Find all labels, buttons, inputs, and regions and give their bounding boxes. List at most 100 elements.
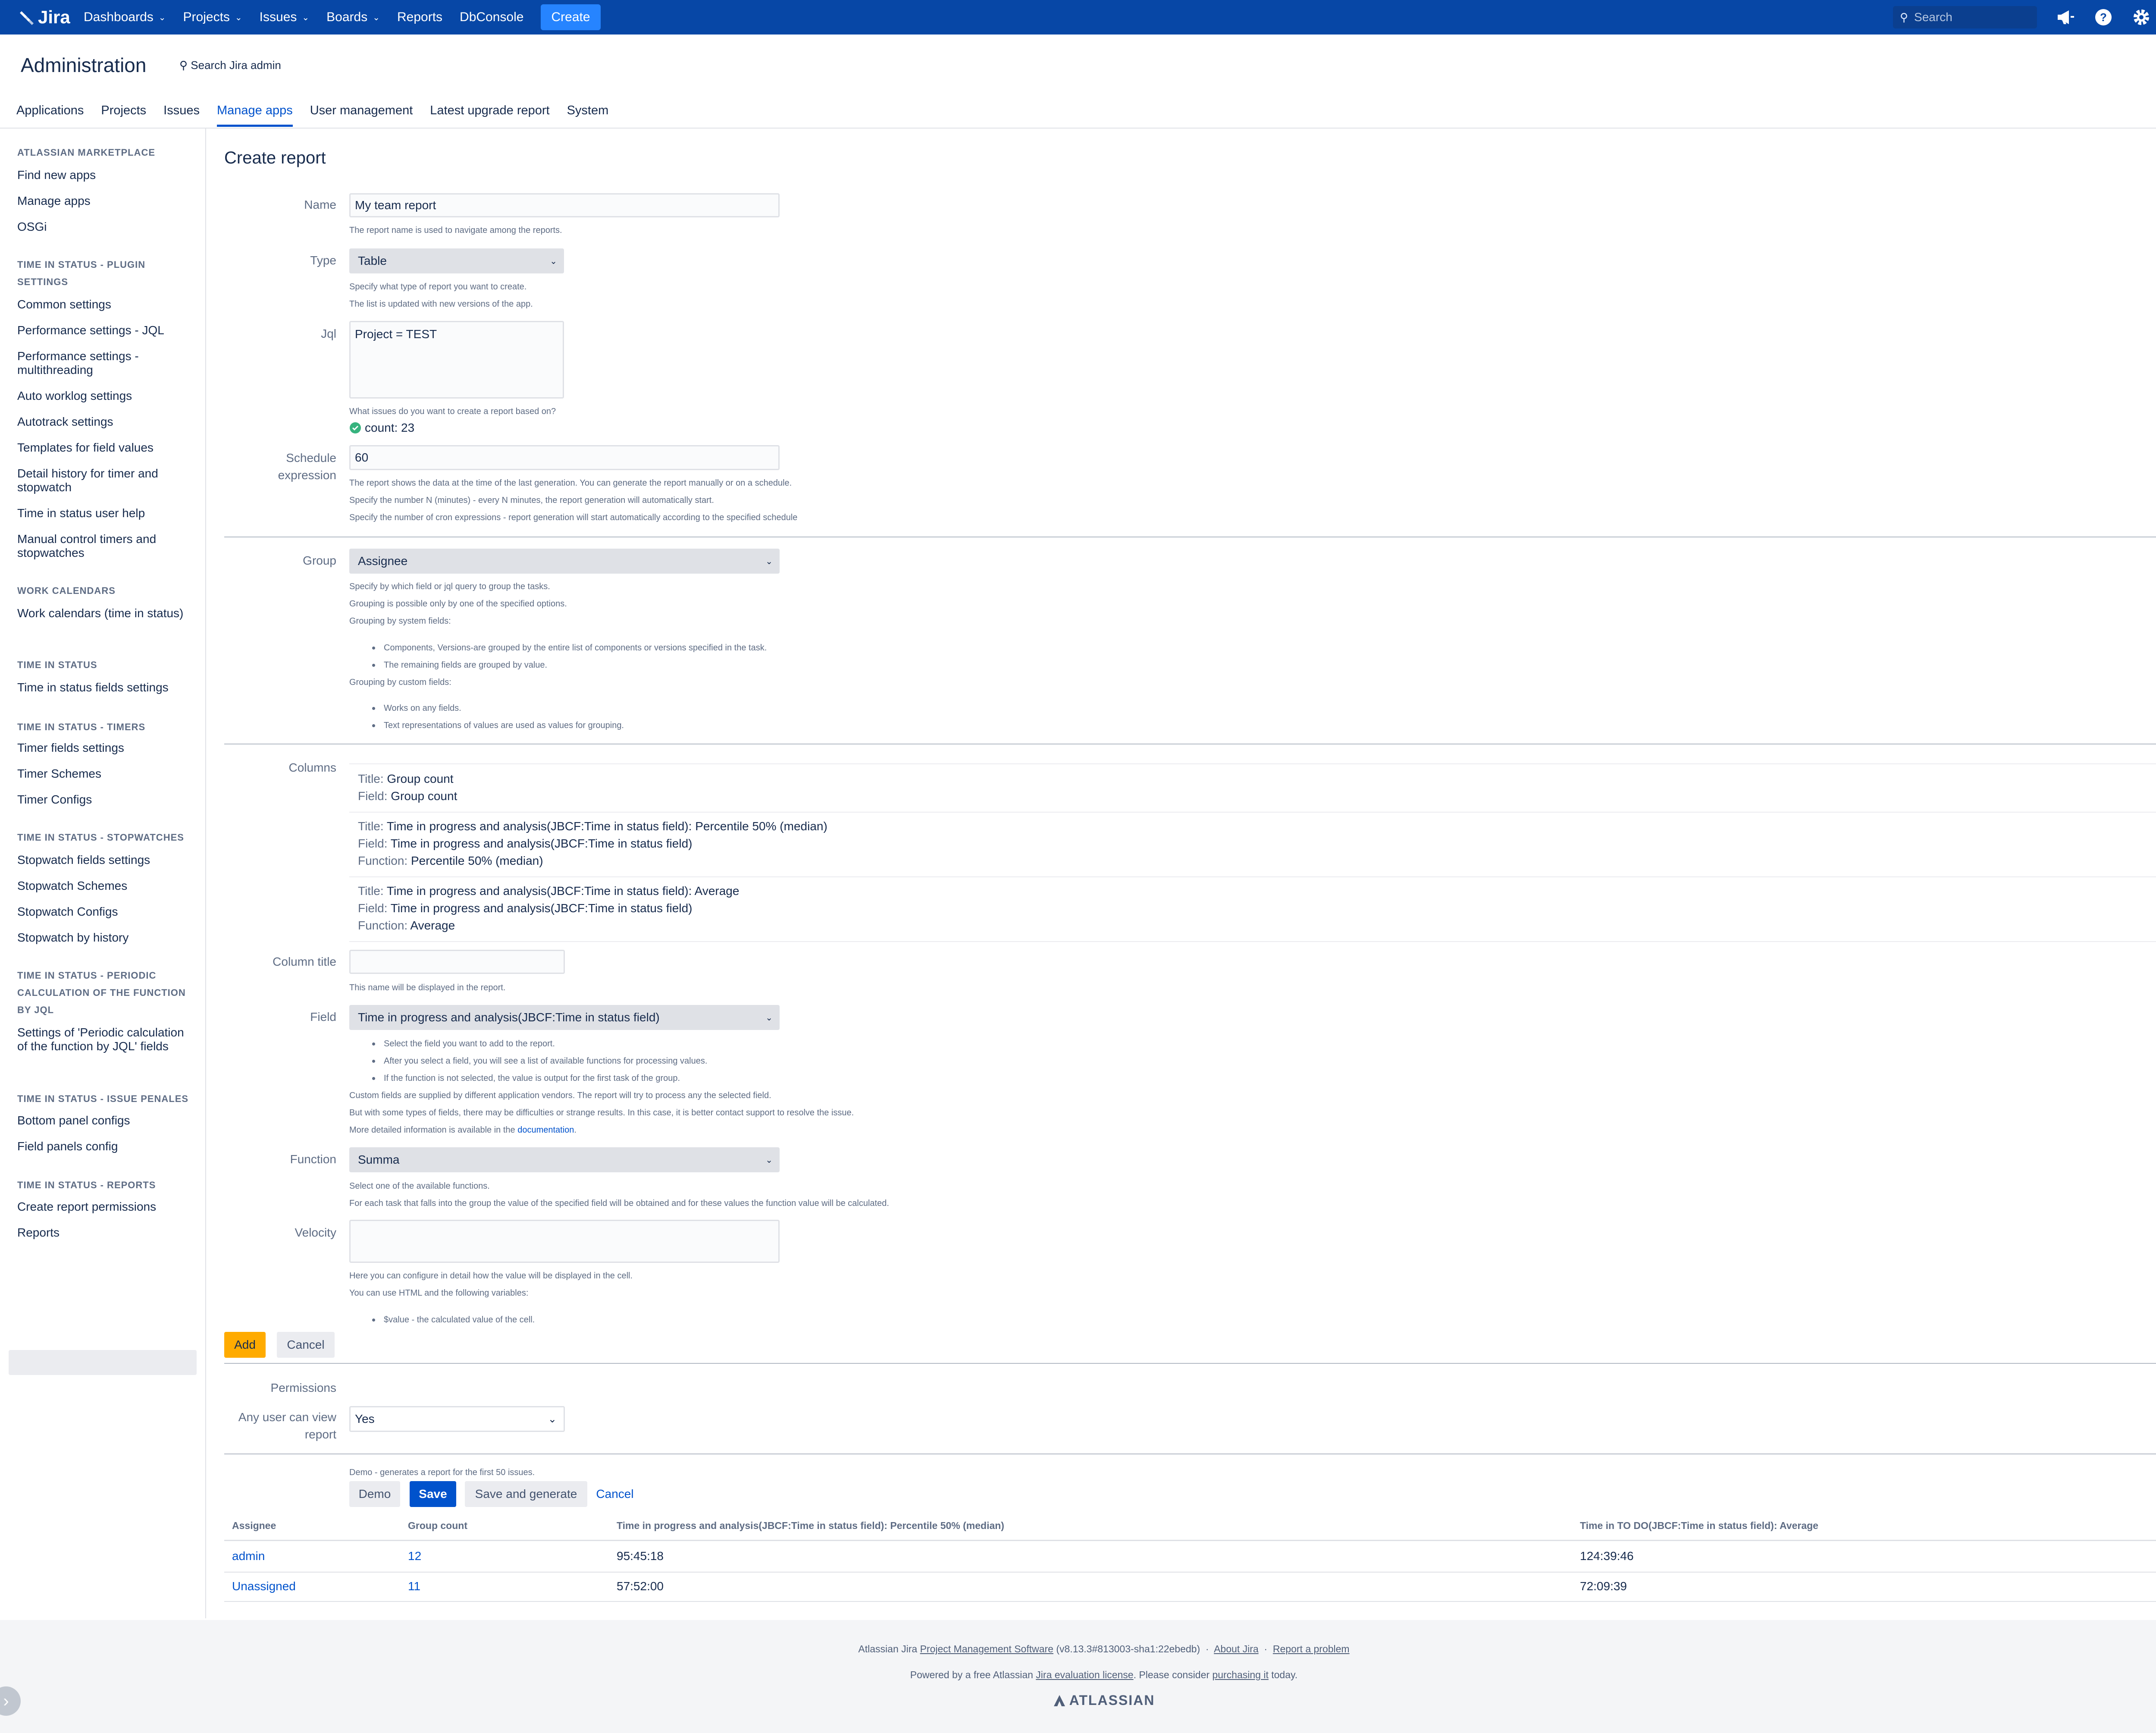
tab-projects[interactable]: Projects <box>101 104 146 127</box>
cancel-link[interactable]: Cancel <box>593 1481 636 1507</box>
column-title-help: This name will be displayed in the repor… <box>349 983 506 992</box>
field-help: But with some types of fields, there may… <box>349 1108 854 1118</box>
sidebar-item-work-calendars[interactable]: Work calendars (time in status) <box>17 606 190 620</box>
sidebar-item-timer-fields[interactable]: Timer fields settings <box>17 741 190 755</box>
assignee-link[interactable]: Unassigned <box>232 1579 296 1593</box>
atlassian-logo[interactable]: ATLASSIAN <box>0 1692 2156 1708</box>
column-2-title: Title: Time in progress and analysis(JBC… <box>358 818 827 835</box>
sidebar-item-common-settings[interactable]: Common settings <box>17 298 190 311</box>
sidebar-item-periodic-calculation[interactable]: Settings of 'Periodic calculation of the… <box>17 1026 190 1053</box>
sidebar-item-reports[interactable]: Reports <box>17 1226 190 1240</box>
column-2-function: Function: Percentile 50% (median) <box>358 852 543 870</box>
purchasing-link[interactable]: purchasing it <box>1212 1669 1268 1680</box>
sidebar-item-timer-configs[interactable]: Timer Configs <box>17 793 190 807</box>
nav-issues[interactable]: Issues ⌄ <box>260 10 309 25</box>
about-jira-link[interactable]: About Jira <box>1214 1643 1259 1655</box>
assignee-link[interactable]: admin <box>232 1549 265 1563</box>
sidebar-item-user-help[interactable]: Time in status user help <box>17 506 190 520</box>
field-help-doc: More detailed information is available i… <box>349 1121 577 1139</box>
velocity-textarea[interactable] <box>349 1220 780 1263</box>
function-help: Select one of the available functions. <box>349 1181 490 1191</box>
gear-icon[interactable] <box>2131 7 2152 28</box>
sidebar-item-auto-worklog[interactable]: Auto worklog settings <box>17 389 190 403</box>
add-column-button[interactable]: Add <box>224 1332 266 1358</box>
jql-textarea[interactable]: Project = TEST <box>349 321 564 399</box>
project-management-link[interactable]: Project Management Software <box>920 1643 1053 1655</box>
jira-logo[interactable]: Jira <box>19 7 84 28</box>
sidebar-item-find-new-apps[interactable]: Find new apps <box>17 168 190 182</box>
field-help-doc-suffix: . <box>574 1125 577 1135</box>
sidebar-item-osgi[interactable]: OSGi <box>17 220 190 234</box>
save-button[interactable]: Save <box>410 1481 456 1507</box>
footer: Atlassian Jira Project Management Softwa… <box>0 1620 2156 1733</box>
report-problem-link[interactable]: Report a problem <box>1273 1643 1350 1655</box>
sidebar-item-performance-multithreading[interactable]: Performance settings - multithreading <box>17 349 190 377</box>
nav-dashboards[interactable]: Dashboards ⌄ <box>84 10 166 25</box>
nav-reports[interactable]: Reports <box>397 10 442 25</box>
sidebar-item-stopwatch-history[interactable]: Stopwatch by history <box>17 931 190 945</box>
sidebar-item-stopwatch-configs[interactable]: Stopwatch Configs <box>17 905 190 919</box>
table-row-divider <box>224 1601 2156 1602</box>
evaluation-license-link[interactable]: Jira evaluation license <box>1036 1669 1133 1680</box>
schedule-help: The report shows the data at the time of… <box>349 478 792 488</box>
function-select[interactable]: Summa ⌄ <box>349 1147 780 1172</box>
sidebar-heading: TIME IN STATUS - STOPWATCHES <box>17 832 184 843</box>
column-separator <box>349 763 2156 764</box>
sidebar-item-performance-jql[interactable]: Performance settings - JQL <box>17 323 190 337</box>
nav-dashboards-label: Dashboards <box>84 10 154 24</box>
admin-search-link[interactable]: ⚲ Search Jira admin <box>179 59 281 72</box>
tab-issues[interactable]: Issues <box>163 104 200 127</box>
chevron-down-icon: ⌄ <box>548 1413 557 1425</box>
field-select-value: Time in progress and analysis(JBCF:Time … <box>358 1011 660 1024</box>
footer-line-2: Powered by a free Atlassian Jira evaluat… <box>0 1669 2156 1681</box>
sidebar-item-detail-history[interactable]: Detail history for timer and stopwatch <box>17 467 190 494</box>
sidebar-item-create-report-permissions[interactable]: Create report permissions <box>17 1200 190 1214</box>
group-count-link[interactable]: 11 <box>408 1579 420 1593</box>
sidebar-item-timer-schemes[interactable]: Timer Schemes <box>17 767 190 781</box>
megaphone-icon[interactable] <box>2055 7 2076 28</box>
any-user-select[interactable]: Yes ⌄ <box>349 1406 565 1432</box>
group-help-bullet: The remaining fields are grouped by valu… <box>384 656 547 674</box>
atlassian-brand-text: ATLASSIAN <box>1069 1692 1155 1708</box>
table-header-divider <box>224 1540 2156 1541</box>
nav-dbconsole[interactable]: DbConsole <box>460 10 523 25</box>
help-icon[interactable]: ? <box>2093 7 2114 28</box>
sidebar-item-templates[interactable]: Templates for field values <box>17 441 190 455</box>
column-field-value: Time in progress and analysis(JBCF:Time … <box>390 837 693 850</box>
field-select[interactable]: Time in progress and analysis(JBCF:Time … <box>349 1005 780 1030</box>
tab-user-management[interactable]: User management <box>310 104 413 127</box>
sidebar-item-stopwatch-fields[interactable]: Stopwatch fields settings <box>17 853 190 867</box>
documentation-link[interactable]: documentation <box>517 1125 574 1135</box>
column-title-input[interactable] <box>349 950 565 974</box>
save-and-generate-button[interactable]: Save and generate <box>465 1481 587 1507</box>
group-count-link[interactable]: 12 <box>408 1549 421 1563</box>
chevron-down-icon: ⌄ <box>235 13 242 22</box>
function-label: Function <box>290 1152 336 1166</box>
sidebar-item-field-panels[interactable]: Field panels config <box>17 1140 190 1153</box>
name-input[interactable]: My team report <box>349 193 780 217</box>
sidebar-item-stopwatch-schemes[interactable]: Stopwatch Schemes <box>17 879 190 893</box>
sidebar-item-autotrack[interactable]: Autotrack settings <box>17 415 190 429</box>
sidebar-item-manage-apps[interactable]: Manage apps <box>17 194 190 208</box>
demo-button[interactable]: Demo <box>349 1481 400 1507</box>
nav-boards[interactable]: Boards ⌄ <box>326 10 380 25</box>
create-button[interactable]: Create <box>541 4 601 30</box>
nav-projects[interactable]: Projects ⌄ <box>183 10 242 25</box>
field-help-bullet: After you select a field, you will see a… <box>384 1052 707 1070</box>
tab-applications[interactable]: Applications <box>16 104 84 127</box>
group-help: Specify by which field or jql query to g… <box>349 582 550 591</box>
nav-issues-label: Issues <box>259 10 297 24</box>
tab-latest-upgrade-report[interactable]: Latest upgrade report <box>430 104 549 127</box>
sidebar-item-manual-control[interactable]: Manual control timers and stopwatches <box>17 532 190 560</box>
tab-system[interactable]: System <box>567 104 609 127</box>
footer-text: Atlassian Jira <box>858 1643 920 1655</box>
sidebar-item-bottom-panel[interactable]: Bottom panel configs <box>17 1114 190 1127</box>
group-select[interactable]: Assignee ⌄ <box>349 549 780 574</box>
schedule-input[interactable]: 60 <box>349 445 780 470</box>
field-help-bullet: If the function is not selected, the val… <box>384 1070 680 1087</box>
sidebar-item-tis-fields-settings[interactable]: Time in status fields settings <box>17 681 190 694</box>
cancel-column-button[interactable]: Cancel <box>277 1332 335 1358</box>
tab-manage-apps[interactable]: Manage apps <box>216 104 293 127</box>
type-select[interactable]: Table ⌄ <box>349 248 564 273</box>
search-input[interactable]: ⚲ Search <box>1893 6 2037 28</box>
